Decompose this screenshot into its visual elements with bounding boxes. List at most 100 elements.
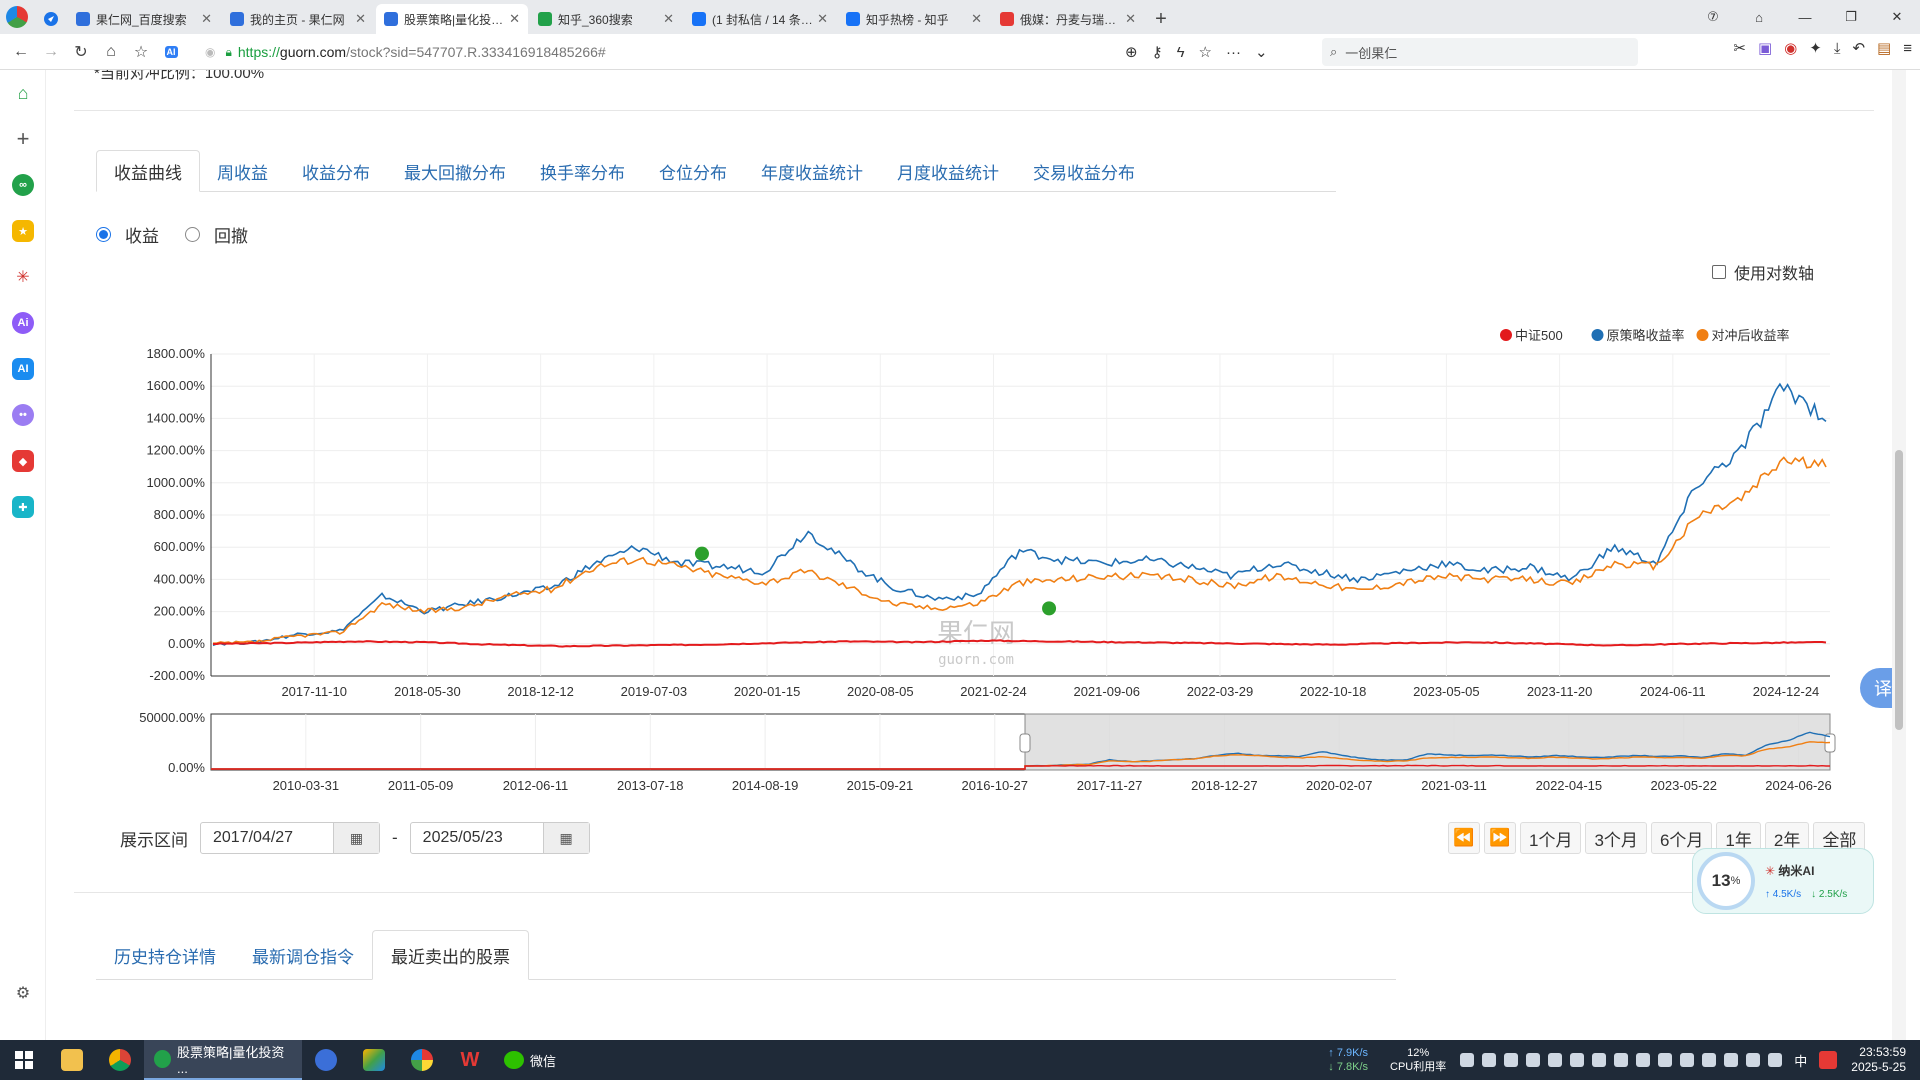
browser-tab[interactable]: 股票策略|量化投资 - 果仁网 ✕: [376, 4, 528, 34]
navigator-x-label: 2017-11-27: [1077, 778, 1143, 793]
wps-icon[interactable]: W: [446, 1040, 494, 1080]
pinned-tab-icon[interactable]: [34, 4, 68, 34]
zoom-icon[interactable]: ⊕: [1125, 43, 1138, 61]
sidebar-home-icon[interactable]: ⌂: [0, 70, 46, 116]
calendar-icon[interactable]: ▦: [542, 823, 589, 853]
browser-tab-bar: 果仁网_百度搜索✕我的主页 - 果仁网✕股票策略|量化投资 - 果仁网✕知乎_3…: [0, 0, 1920, 34]
antivirus-icon[interactable]: [1819, 1051, 1838, 1069]
extension-icon-1[interactable]: ▣: [1758, 39, 1772, 57]
tray-icons[interactable]: [1460, 1053, 1783, 1067]
app-grid-icon[interactable]: [350, 1040, 398, 1080]
tab-close-icon[interactable]: ✕: [971, 11, 982, 27]
holdings-tab[interactable]: 最新调仓指令: [234, 930, 372, 980]
search-text: 一创果仁: [1345, 45, 1398, 61]
browser-tab[interactable]: 知乎热榜 - 知乎 ✕: [838, 4, 990, 34]
new-tab-button[interactable]: +: [1146, 4, 1176, 34]
ime-indicator[interactable]: 中: [1794, 1051, 1807, 1070]
legend-label: 中证500: [1515, 328, 1563, 343]
browser-tab[interactable]: 我的主页 - 果仁网 ✕: [222, 4, 374, 34]
holdings-tab[interactable]: 历史持仓详情: [96, 930, 234, 980]
more-icon[interactable]: ···: [1226, 44, 1241, 61]
quick-range-button[interactable]: 1个月: [1520, 822, 1582, 854]
browser-tab[interactable]: 果仁网_百度搜索 ✕: [68, 4, 220, 34]
wechat-app[interactable]: 微信: [494, 1040, 566, 1080]
tab-close-icon[interactable]: ✕: [355, 11, 366, 27]
menu-icon[interactable]: ≡: [1903, 40, 1912, 57]
key-icon[interactable]: ⚷: [1152, 43, 1163, 61]
sidebar-link-icon[interactable]: ∞: [0, 162, 46, 208]
quick-range-button[interactable]: 3个月: [1585, 822, 1647, 854]
holdings-tab[interactable]: 最近卖出的股票: [372, 930, 529, 980]
sidebar-ai-icon[interactable]: AI: [0, 346, 46, 392]
clock[interactable]: 23:53:59 2025-5-25: [1851, 1045, 1906, 1075]
url-host: guorn.com: [279, 44, 347, 60]
tab-close-icon[interactable]: ✕: [1125, 11, 1136, 27]
taskbar-active-app[interactable]: 股票策略|量化投资 ...: [144, 1040, 302, 1080]
start-button[interactable]: [0, 1040, 48, 1080]
download-icon[interactable]: ⤓: [1834, 40, 1841, 57]
url-protocol: https://: [237, 44, 280, 60]
undo-icon[interactable]: ↶: [1852, 39, 1865, 57]
tab-close-icon[interactable]: ✕: [663, 11, 674, 27]
tab-close-icon[interactable]: ✕: [817, 11, 828, 27]
minimize-button[interactable]: —: [1782, 0, 1828, 34]
sidebar-network-icon[interactable]: ✳: [0, 254, 46, 300]
browser-tab[interactable]: (1 封私信 / 14 条消息) 知乎 - ✕: [684, 4, 836, 34]
range-label: 展示区间: [120, 830, 188, 850]
forward-button[interactable]: →: [36, 37, 66, 67]
browser-logo-icon[interactable]: [0, 0, 34, 34]
extension-icon-2[interactable]: ◉: [1784, 39, 1797, 57]
x-tick-label: 2024-06-11: [1640, 684, 1706, 699]
x-tick-label: 2020-01-15: [734, 684, 801, 699]
browser-tab[interactable]: 知乎_360搜索 ✕: [530, 4, 682, 34]
rewind-icon[interactable]: ⏪: [1448, 822, 1480, 854]
tab-title: 果仁网_百度搜索: [96, 12, 187, 27]
shirt-icon[interactable]: ⌂: [1736, 0, 1782, 34]
range-start-input[interactable]: 2017/04/27 ▦: [200, 822, 380, 854]
sidebar-settings-icon[interactable]: ⚙: [0, 970, 46, 1016]
forward-icon[interactable]: ⏩: [1484, 822, 1516, 854]
sidebar-add-icon[interactable]: +: [0, 116, 46, 162]
tab-close-icon[interactable]: ✕: [509, 11, 520, 27]
search-input[interactable]: ⌕ 一创果仁: [1322, 38, 1638, 66]
x-tick-label: 2021-09-06: [1073, 684, 1140, 699]
scissors-icon[interactable]: ✂: [1733, 39, 1746, 57]
page-scrollbar[interactable]: [1892, 70, 1906, 1040]
close-window-button[interactable]: ✕: [1874, 0, 1920, 34]
tab-count-icon[interactable]: ⑦: [1690, 0, 1736, 34]
lightning-icon[interactable]: ϟ: [1177, 44, 1185, 61]
browser-tab[interactable]: 俄媒：丹麦与瑞典向乌克兰运 ✕: [992, 4, 1144, 34]
chrome-icon[interactable]: [96, 1040, 144, 1080]
range-end-input[interactable]: 2025/05/23 ▦: [409, 822, 590, 854]
return-chart[interactable]: 1800.00% 1600.00% 1400.00% 1200.00% 1000.00%…: [46, 70, 1906, 810]
sidebar-game-icon[interactable]: ◆: [0, 438, 46, 484]
restore-button[interactable]: ❐: [1828, 0, 1874, 34]
x-tick-label: 2022-10-18: [1300, 684, 1367, 699]
sidebar-ai-chat-icon[interactable]: Ai: [0, 300, 46, 346]
calendar-icon[interactable]: ▦: [333, 823, 379, 853]
browser-360-icon[interactable]: [302, 1040, 350, 1080]
favorites-icon[interactable]: ☆: [126, 37, 156, 67]
tab-title: 知乎热榜 - 知乎: [866, 12, 949, 27]
briefcase-icon[interactable]: ▤: [1877, 39, 1891, 57]
floating-ai-widget[interactable]: 13% ✳ 纳米AI ↑ 4.5K/s ↓ 2.5K/s: [1692, 848, 1874, 914]
home-button[interactable]: ⌂: [96, 37, 126, 67]
reload-button[interactable]: ↻: [66, 37, 96, 67]
lock-icon: 🔒︎: [225, 44, 232, 59]
sidebar-star-icon[interactable]: ★: [0, 208, 46, 254]
tab-favicon-icon: [1000, 12, 1014, 26]
sidebar-bot-icon[interactable]: ••: [0, 392, 46, 438]
scrollbar-thumb[interactable]: [1895, 450, 1903, 730]
puzzle-icon[interactable]: ✦: [1809, 39, 1822, 57]
navigator-x-label: 2011-05-09: [388, 778, 454, 793]
file-explorer-icon[interactable]: [48, 1040, 96, 1080]
chevron-down-icon[interactable]: ⌄: [1255, 43, 1268, 61]
photo-app-icon[interactable]: [398, 1040, 446, 1080]
ai-icon[interactable]: AI: [156, 37, 186, 67]
sidebar-app-icon[interactable]: ✚: [0, 484, 46, 530]
x-tick-label: 2021-02-24: [960, 684, 1027, 699]
tab-close-icon[interactable]: ✕: [201, 11, 212, 27]
navigator-y-label: 0.00%: [168, 760, 205, 775]
star-icon[interactable]: ☆: [1199, 43, 1212, 61]
back-button[interactable]: ←: [6, 37, 36, 67]
